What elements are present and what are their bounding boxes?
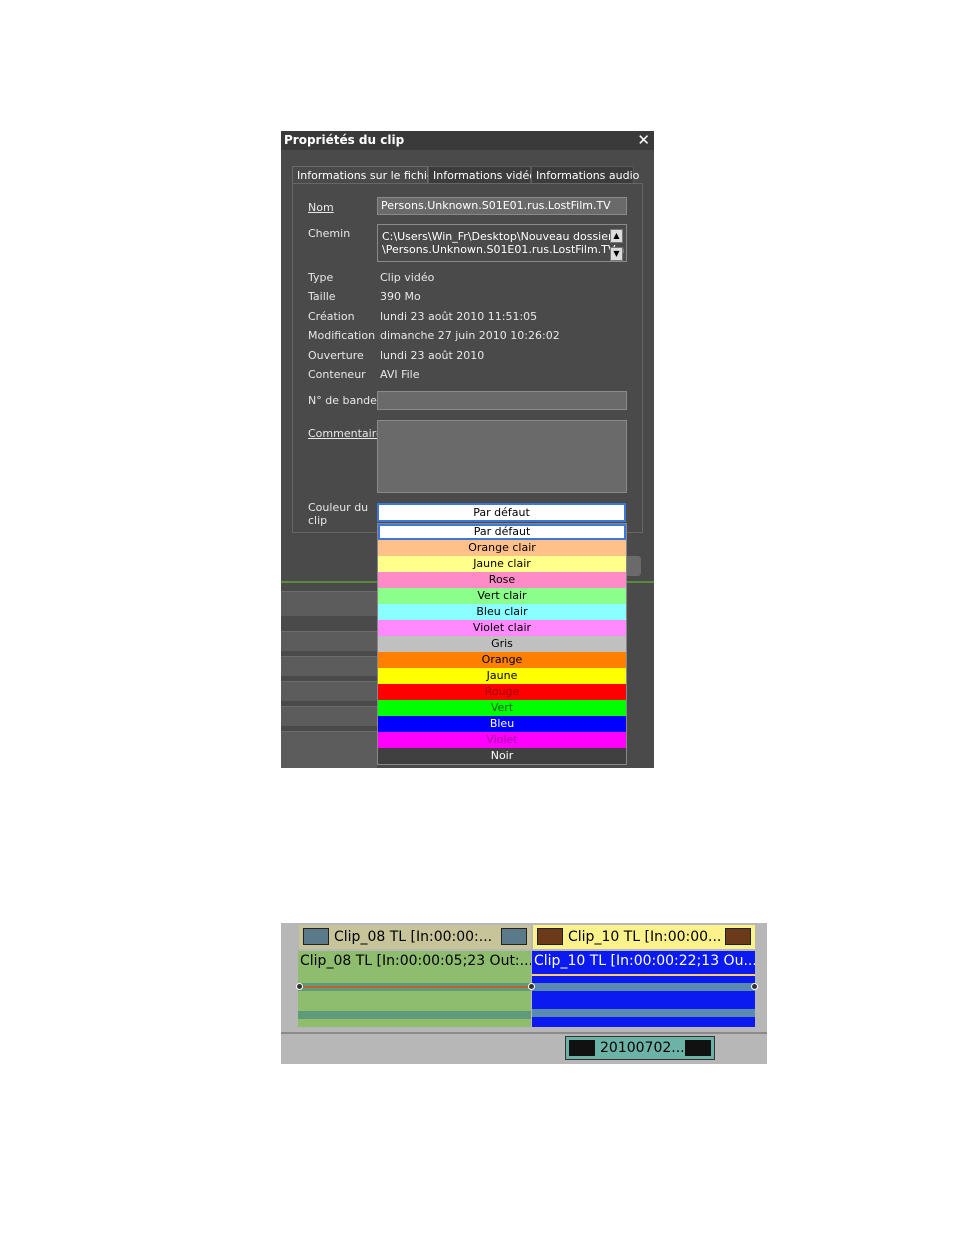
comment-label: Commentaire bbox=[308, 427, 383, 440]
color-label-line2: clip bbox=[308, 514, 328, 527]
waveform bbox=[532, 1009, 755, 1017]
type-value: Clip vidéo bbox=[380, 271, 435, 284]
color-option[interactable]: Rouge bbox=[378, 684, 626, 700]
scroll-down-icon[interactable]: ▼ bbox=[610, 247, 623, 261]
bottom-clip-label: 20100702... bbox=[600, 1040, 685, 1056]
track-row bbox=[281, 591, 377, 616]
opened-value: lundi 23 août 2010 bbox=[380, 349, 485, 362]
name-field[interactable]: Persons.Unknown.S01E01.rus.LostFilm.TV bbox=[377, 197, 627, 215]
dialog-title: Propriétés du clip bbox=[284, 133, 405, 147]
clip-thumbnail bbox=[569, 1040, 595, 1056]
clip-thumbnail bbox=[303, 928, 329, 945]
tab-label: Informations vidéo bbox=[433, 169, 536, 182]
tape-number-field[interactable] bbox=[377, 391, 627, 410]
modified-value: dimanche 27 juin 2010 10:26:02 bbox=[380, 329, 560, 342]
color-option[interactable]: Orange clair bbox=[378, 540, 626, 556]
clip-thumbnail bbox=[501, 928, 527, 945]
audio-clip-label: Clip_10 TL [In:00:00:22;13 Ou... bbox=[534, 953, 755, 969]
close-icon[interactable]: ✕ bbox=[637, 131, 650, 149]
tab-audio-info[interactable]: Informations audio bbox=[531, 166, 639, 184]
type-label: Type bbox=[308, 271, 334, 284]
color-option[interactable]: Bleu bbox=[378, 716, 626, 732]
modified-label: Modification bbox=[308, 329, 376, 342]
waveform bbox=[532, 983, 755, 991]
path-line-2: \Persons.Unknown.S01E01.rus.LostFilm.TV.… bbox=[382, 243, 625, 256]
name-label: Nom bbox=[308, 201, 334, 214]
timeline: Clip_08 TL [In:00:00:... Clip_10 TL [In:… bbox=[281, 923, 767, 1064]
keyframe-handle[interactable] bbox=[296, 983, 303, 990]
color-option[interactable]: Violet clair bbox=[378, 620, 626, 636]
comment-field[interactable] bbox=[377, 420, 627, 493]
video-clip-10[interactable]: Clip_10 TL [In:00:00... bbox=[533, 925, 755, 949]
color-label-line1: Couleur du bbox=[308, 501, 369, 514]
tab-label: Informations audio bbox=[536, 169, 640, 182]
track-row bbox=[281, 631, 377, 651]
color-option[interactable]: Gris bbox=[378, 636, 626, 652]
path-field[interactable]: C:\Users\Win_Fr\Desktop\Nouveau dossier … bbox=[377, 224, 627, 262]
ok-button-edge[interactable] bbox=[627, 556, 641, 576]
track-row bbox=[281, 706, 377, 726]
clip-thumbnail bbox=[685, 1040, 711, 1056]
clip-properties-dialog: Propriétés du clip ✕ Informations sur le… bbox=[281, 131, 654, 768]
color-dropdown-list: Par défaut Orange clair Jaune clair Rose Ver… bbox=[377, 523, 627, 765]
container-value: AVI File bbox=[380, 368, 420, 381]
track-divider bbox=[281, 1032, 767, 1034]
track-row bbox=[281, 681, 377, 701]
track-row bbox=[281, 656, 377, 676]
color-option[interactable]: Jaune bbox=[378, 668, 626, 684]
clip-underline bbox=[532, 974, 755, 976]
created-value: lundi 23 août 2010 11:51:05 bbox=[380, 310, 538, 323]
audio-clip-label: Clip_08 TL [In:00:00:05;23 Out:... bbox=[300, 953, 531, 969]
color-option[interactable]: Jaune clair bbox=[378, 556, 626, 572]
audio-clip-08[interactable]: Clip_08 TL [In:00:00:05;23 Out:... bbox=[298, 951, 531, 1027]
tape-number-label: N° de bande bbox=[308, 394, 377, 407]
color-option[interactable]: Noir bbox=[378, 748, 626, 764]
video-clip-label: Clip_10 TL [In:00:00... bbox=[568, 929, 722, 945]
path-line-1: C:\Users\Win_Fr\Desktop\Nouveau dossier bbox=[382, 230, 613, 243]
size-value: 390 Mo bbox=[380, 290, 421, 303]
color-option[interactable]: Orange bbox=[378, 652, 626, 668]
created-label: Création bbox=[308, 310, 355, 323]
volume-line bbox=[298, 986, 531, 988]
clip-color-select[interactable]: Par défaut bbox=[377, 503, 626, 522]
video-clip-label: Clip_08 TL [In:00:00:... bbox=[334, 929, 493, 945]
keyframe-handle[interactable] bbox=[751, 983, 758, 990]
tab-label: Informations sur le fichier bbox=[297, 169, 439, 182]
clip-thumbnail bbox=[725, 928, 751, 945]
color-option[interactable]: Par défaut bbox=[378, 524, 626, 540]
title-clip-20100702[interactable]: 20100702... bbox=[565, 1036, 715, 1060]
color-option[interactable]: Vert bbox=[378, 700, 626, 716]
container-label: Conteneur bbox=[308, 368, 366, 381]
clip-thumbnail bbox=[537, 928, 563, 945]
track-row bbox=[281, 731, 377, 768]
path-label: Chemin bbox=[308, 227, 351, 240]
video-clip-08[interactable]: Clip_08 TL [In:00:00:... bbox=[299, 925, 531, 949]
audio-clip-10[interactable]: Clip_10 TL [In:00:00:22;13 Ou... bbox=[532, 951, 755, 1027]
keyframe-handle[interactable] bbox=[528, 983, 535, 990]
color-option[interactable]: Rose bbox=[378, 572, 626, 588]
opened-label: Ouverture bbox=[308, 349, 364, 362]
size-label: Taille bbox=[308, 290, 336, 303]
color-option[interactable]: Violet bbox=[378, 732, 626, 748]
scroll-up-icon[interactable]: ▲ bbox=[610, 229, 623, 243]
tab-video-info[interactable]: Informations vidéo bbox=[428, 166, 536, 184]
color-option[interactable]: Bleu clair bbox=[378, 604, 626, 620]
color-option[interactable]: Vert clair bbox=[378, 588, 626, 604]
tab-file-info[interactable]: Informations sur le fichier bbox=[292, 166, 438, 184]
waveform bbox=[298, 1011, 531, 1019]
dialog-titlebar[interactable]: Propriétés du clip ✕ bbox=[281, 131, 654, 150]
